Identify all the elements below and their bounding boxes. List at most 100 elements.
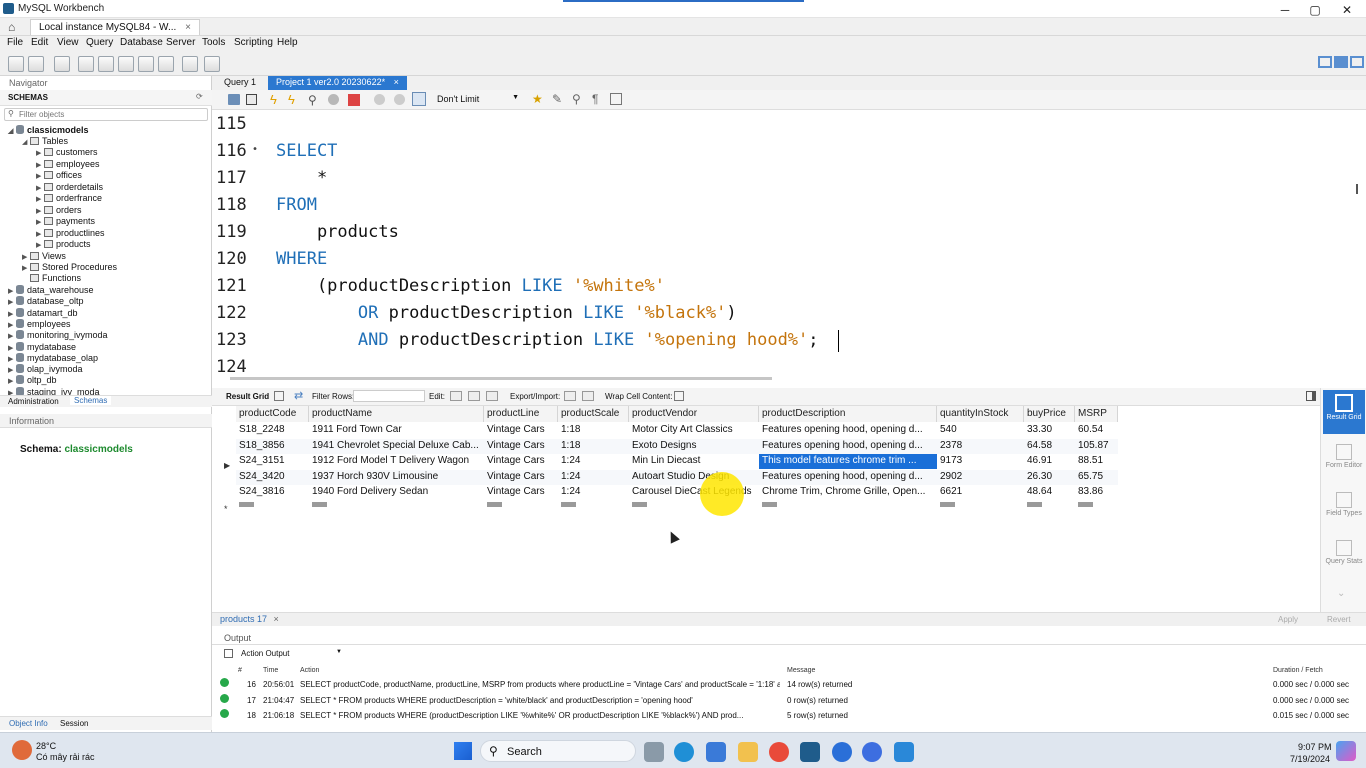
toggle-output-icon[interactable] [1334,56,1348,68]
beautify-icon[interactable]: ✎ [552,92,562,106]
menu-view[interactable]: View [57,37,79,48]
menu-server[interactable]: Server [166,37,195,48]
output-row[interactable]: 16 20:56:01 SELECT productCode, productNam… [220,678,1360,693]
invisible-chars-icon[interactable]: ¶ [592,92,598,106]
filter-objects-input[interactable] [19,109,205,120]
stop-icon[interactable] [328,94,339,105]
table-cell[interactable]: 9173 [937,454,1024,469]
toggle-sidebar-icon[interactable] [1318,56,1332,68]
table-cell[interactable]: 1941 Chevrolet Special Deluxe Cab... [309,439,484,454]
sql-editor[interactable]: 115 116 • 117 118 119 120 121 122 123 12… [212,110,1356,372]
table-cell[interactable]: Min Lin Diecast [629,454,759,469]
table-cell[interactable]: This model features chrome trim ... [759,454,937,470]
create-table-icon[interactable] [98,56,114,72]
file-explorer-icon[interactable] [738,742,758,762]
null-badge[interactable] [762,502,777,507]
import-icon[interactable] [582,391,594,401]
clock-time[interactable]: 9:07 PM [1298,742,1332,752]
edge-icon[interactable] [674,742,694,762]
table-cell[interactable]: Vintage Cars [484,439,558,454]
table-cell[interactable]: S24_3151 [236,454,309,469]
table-cell[interactable]: 105.87 [1075,439,1118,454]
reconnect-icon[interactable] [204,56,220,72]
taskbar-search[interactable]: ⚲ Search [480,740,636,762]
tab-query-1[interactable]: Query 1 [216,76,265,90]
filter-rows-input[interactable] [353,390,425,402]
functions-folder[interactable]: Functions [22,273,81,284]
table-cell[interactable]: 33.30 [1024,423,1075,438]
field-types-button[interactable]: Field Types [1323,490,1365,517]
tab-project[interactable]: Project 1 ver2.0 20230622* × [268,76,407,90]
collapsed-icon[interactable]: ▶ [36,240,44,251]
table-cell[interactable]: Vintage Cars [484,423,558,438]
output-row[interactable]: 18 21:06:18 SELECT * FROM products WHERE (… [220,709,1360,724]
toggle-error-icon[interactable] [348,94,360,106]
schema-item[interactable]: ▶ database_oltp [8,296,84,307]
schema-item[interactable]: ▶ monitoring_ivymoda [8,330,108,341]
rollback-icon[interactable] [394,94,405,105]
table-cell[interactable]: 1911 Ford Town Car [309,423,484,438]
output-mode-select[interactable]: Action Output ▼ [238,647,344,661]
query-stats-button[interactable]: Query Stats [1323,538,1365,565]
table-item-orderdetails[interactable]: ▶ orderdetails [36,182,103,193]
commit-icon[interactable] [374,94,385,105]
open-file-icon[interactable] [228,94,240,105]
schema-item[interactable]: ▶ mydatabase_olap [8,352,98,364]
export-icon[interactable] [564,391,576,401]
schema-item[interactable]: ▶ employees [8,318,71,330]
table-cell[interactable]: 1:18 [558,423,629,438]
clock-date[interactable]: 7/19/2024 [1290,754,1330,764]
table-cell[interactable]: 540 [937,423,1024,438]
null-badge[interactable] [1027,502,1042,507]
table-item-employees[interactable]: ▶ employees [36,159,100,170]
table-item-productlines[interactable]: ▶ productlines [36,228,105,239]
table-item-offices[interactable]: ▶ offices [36,170,82,181]
column-header-productScale[interactable]: productScale [558,406,629,422]
find-icon[interactable]: ⚲ [572,92,581,106]
table-cell[interactable]: 46.91 [1024,454,1075,469]
maximize-button[interactable]: ▢ [1300,3,1330,17]
revert-button[interactable]: Revert [1327,615,1351,624]
collapsed-icon[interactable]: ▶ [36,160,44,171]
refresh-filter-icon[interactable]: ⇄ [294,389,303,402]
column-header-productDescription[interactable]: productDescription [759,406,937,422]
wrap-lines-icon[interactable] [610,93,622,105]
minimize-button[interactable]: ─ [1270,3,1300,17]
open-inspector-icon[interactable] [54,56,70,72]
column-header-MSRP[interactable]: MSRP [1075,406,1118,422]
messenger-icon[interactable] [832,742,852,762]
table-cell[interactable]: 60.54 [1075,423,1118,438]
null-badge[interactable] [632,502,647,507]
null-badge[interactable] [561,502,576,507]
home-icon[interactable]: ⌂ [8,20,15,34]
null-badge[interactable] [312,502,327,507]
search-table-data-icon[interactable] [182,56,198,72]
table-item-orders[interactable]: ▶ orders [36,205,82,216]
refresh-icon[interactable]: ⟳ [196,92,203,101]
autocommit-icon[interactable] [412,92,426,106]
table-cell[interactable]: 64.58 [1024,439,1075,454]
horizontal-scrollbar[interactable] [230,377,772,380]
table-cell[interactable]: Exoto Designs [629,439,759,454]
menu-scripting[interactable]: Scripting [234,37,273,48]
close-tab-icon[interactable]: × [394,77,399,87]
column-header-productCode[interactable]: productCode [236,406,309,422]
save-icon[interactable] [246,94,257,105]
tables-folder[interactable]: ◢ Tables [22,136,68,147]
create-schema-icon[interactable] [78,56,94,72]
zoom-icon[interactable] [862,742,882,762]
connection-tab[interactable]: Local instance MySQL84 - W... × [30,19,200,35]
table-cell[interactable]: Vintage Cars [484,454,558,469]
table-cell[interactable]: Vintage Cars [484,485,558,500]
vertical-scrollbar[interactable] [1356,184,1358,194]
fold-marker-icon[interactable]: • [252,144,258,155]
weather-temp[interactable]: 28°C [36,741,56,751]
column-header-productLine[interactable]: productLine [484,406,558,422]
table-cell[interactable]: S24_3420 [236,470,309,485]
table-cell[interactable]: 48.64 [1024,485,1075,500]
table-item-customers[interactable]: ▶ customers [36,147,98,158]
table-cell[interactable]: 1:24 [558,485,629,500]
weather-icon[interactable] [12,740,32,760]
table-cell[interactable]: Features opening hood, opening d... [759,439,937,454]
collapsed-icon[interactable]: ▶ [36,194,44,205]
